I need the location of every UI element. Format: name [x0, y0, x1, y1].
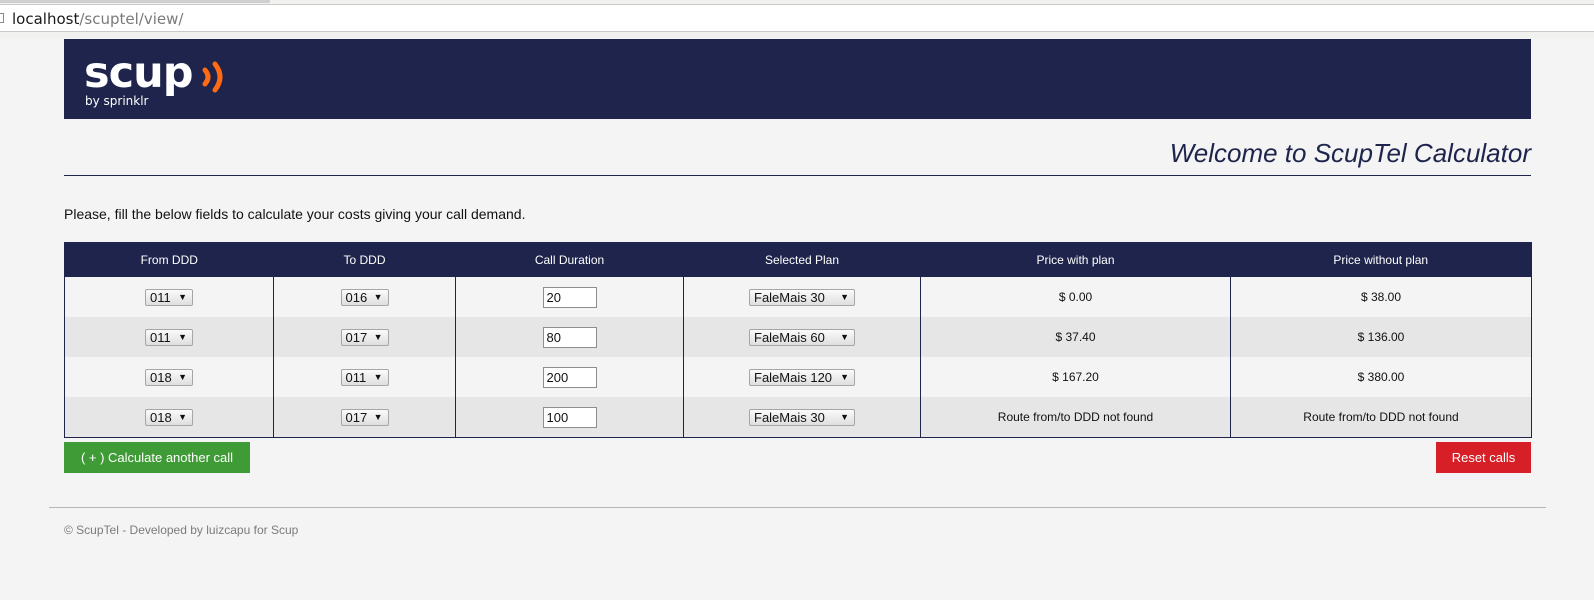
price-without-plan-cell: $ 38.00	[1230, 277, 1532, 317]
call-duration-cell	[455, 397, 684, 438]
select-value: 011	[150, 289, 171, 305]
to-ddd-cell: 011 ▼	[273, 357, 456, 397]
address-field[interactable]	[0, 4, 1594, 32]
select-value: 018	[150, 409, 172, 425]
browser-url-bar: localhost/scuptel/view/	[0, 0, 1594, 38]
price-without-plan-cell: Route from/to DDD not found	[1230, 397, 1532, 438]
site-header: scup by sprinklr	[64, 39, 1531, 119]
from-ddd-select[interactable]: 018 ▼	[145, 368, 193, 386]
page-title: Welcome to ScupTel Calculator	[1169, 138, 1531, 168]
to-ddd-select[interactable]: 011 ▼	[340, 368, 389, 386]
calls-table: From DDD To DDD Call Duration Selected P…	[64, 242, 1532, 438]
dropdown-arrow-icon: ▼	[840, 331, 849, 342]
browser-tab-edge	[0, 0, 270, 3]
plan-select[interactable]: FaleMais 60 ▼	[749, 328, 855, 346]
footer-divider	[49, 507, 1546, 508]
price-with-plan-cell: $ 167.20	[920, 357, 1231, 397]
select-value: 017	[345, 329, 368, 345]
from-ddd-select[interactable]: 011 ▼	[145, 288, 193, 306]
to-ddd-select[interactable]: 016 ▼	[340, 288, 389, 306]
select-value: FaleMais 30	[754, 409, 825, 425]
url-path: /scuptel/view/	[79, 10, 184, 28]
footer-text: © ScupTel - Developed by luizcapu for Sc…	[64, 523, 299, 537]
price-without-plan-cell: $ 136.00	[1230, 317, 1532, 357]
logo-text: scup	[84, 48, 193, 98]
to-ddd-cell: 016 ▼	[273, 277, 456, 317]
column-header-price-with-plan: Price with plan	[920, 242, 1231, 277]
select-value: 016	[345, 289, 368, 305]
table-row: 011 ▼ 017 ▼ FaleMais 60 ▼ $ 37.40 $ 136.00	[64, 317, 1532, 357]
title-divider	[64, 175, 1531, 176]
column-header-to-ddd: To DDD	[273, 242, 456, 277]
table-header-row: From DDD To DDD Call Duration Selected P…	[64, 242, 1532, 277]
dropdown-arrow-icon: ▼	[840, 411, 849, 422]
price-without-plan-cell: $ 380.00	[1230, 357, 1532, 397]
call-duration-input[interactable]	[542, 406, 597, 428]
price-with-plan-cell: $ 0.00	[920, 277, 1231, 317]
reset-calls-button[interactable]: Reset calls	[1436, 442, 1531, 473]
select-value: FaleMais 30	[754, 289, 825, 305]
call-duration-cell	[455, 357, 684, 397]
logo-subtext: by sprinklr	[85, 94, 149, 108]
select-value: 017	[345, 409, 368, 425]
from-ddd-cell: 018 ▼	[64, 357, 274, 397]
dropdown-arrow-icon: ▼	[840, 291, 849, 302]
dropdown-arrow-icon: ▼	[840, 371, 849, 382]
select-value: 018	[150, 369, 172, 385]
select-value: 011	[150, 329, 171, 345]
plan-select[interactable]: FaleMais 120 ▼	[749, 368, 855, 386]
plan-cell: FaleMais 120 ▼	[683, 357, 921, 397]
dropdown-arrow-icon: ▼	[373, 291, 383, 302]
dropdown-arrow-icon: ▼	[178, 371, 187, 382]
from-ddd-cell: 011 ▼	[64, 317, 274, 357]
to-ddd-cell: 017 ▼	[273, 397, 456, 438]
to-ddd-select[interactable]: 017 ▼	[340, 328, 389, 346]
table-row: 018 ▼ 011 ▼ FaleMais 120 ▼ $ 167.20 $ 380.0…	[64, 357, 1532, 397]
plan-cell: FaleMais 60 ▼	[683, 317, 921, 357]
select-value: FaleMais 120	[754, 369, 833, 385]
to-ddd-select[interactable]: 017 ▼	[340, 408, 389, 426]
call-duration-input[interactable]	[542, 286, 597, 308]
call-duration-input[interactable]	[542, 366, 597, 388]
call-duration-input[interactable]	[542, 326, 597, 348]
calculate-another-call-button[interactable]: ( + ) Calculate another call	[64, 442, 250, 473]
column-header-selected-plan: Selected Plan	[683, 242, 921, 277]
table-row: 018 ▼ 017 ▼ FaleMais 30 ▼ Route from/to DDD…	[64, 397, 1532, 438]
from-ddd-cell: 018 ▼	[64, 397, 274, 438]
dropdown-arrow-icon: ▼	[178, 291, 187, 302]
dropdown-arrow-icon: ▼	[178, 331, 187, 342]
dropdown-arrow-icon: ▼	[373, 331, 383, 342]
dropdown-arrow-icon: ▼	[373, 411, 383, 422]
address-url[interactable]: localhost/scuptel/view/	[12, 9, 183, 29]
price-with-plan-cell: Route from/to DDD not found	[920, 397, 1231, 438]
call-duration-cell	[455, 277, 684, 317]
page-icon	[0, 13, 4, 23]
sound-waves-icon	[202, 61, 223, 93]
from-ddd-select[interactable]: 011 ▼	[145, 328, 193, 346]
plan-cell: FaleMais 30 ▼	[683, 397, 921, 438]
dropdown-arrow-icon: ▼	[373, 371, 383, 382]
plan-select[interactable]: FaleMais 30 ▼	[749, 288, 855, 306]
price-with-plan-cell: $ 37.40	[920, 317, 1231, 357]
select-value: 011	[345, 369, 367, 385]
plan-cell: FaleMais 30 ▼	[683, 277, 921, 317]
to-ddd-cell: 017 ▼	[273, 317, 456, 357]
table-row: 011 ▼ 016 ▼ FaleMais 30 ▼ $ 0.00 $ 38.00	[64, 277, 1532, 317]
column-header-from-ddd: From DDD	[64, 242, 274, 277]
url-host: localhost	[12, 10, 80, 28]
dropdown-arrow-icon: ▼	[178, 411, 187, 422]
select-value: FaleMais 60	[754, 329, 825, 345]
column-header-price-without-plan: Price without plan	[1230, 242, 1532, 277]
column-header-call-duration: Call Duration	[455, 242, 684, 277]
call-duration-cell	[455, 317, 684, 357]
from-ddd-select[interactable]: 018 ▼	[145, 408, 193, 426]
plan-select[interactable]: FaleMais 30 ▼	[749, 408, 855, 426]
from-ddd-cell: 011 ▼	[64, 277, 274, 317]
intro-text: Please, fill the below fields to calcula…	[64, 206, 526, 222]
